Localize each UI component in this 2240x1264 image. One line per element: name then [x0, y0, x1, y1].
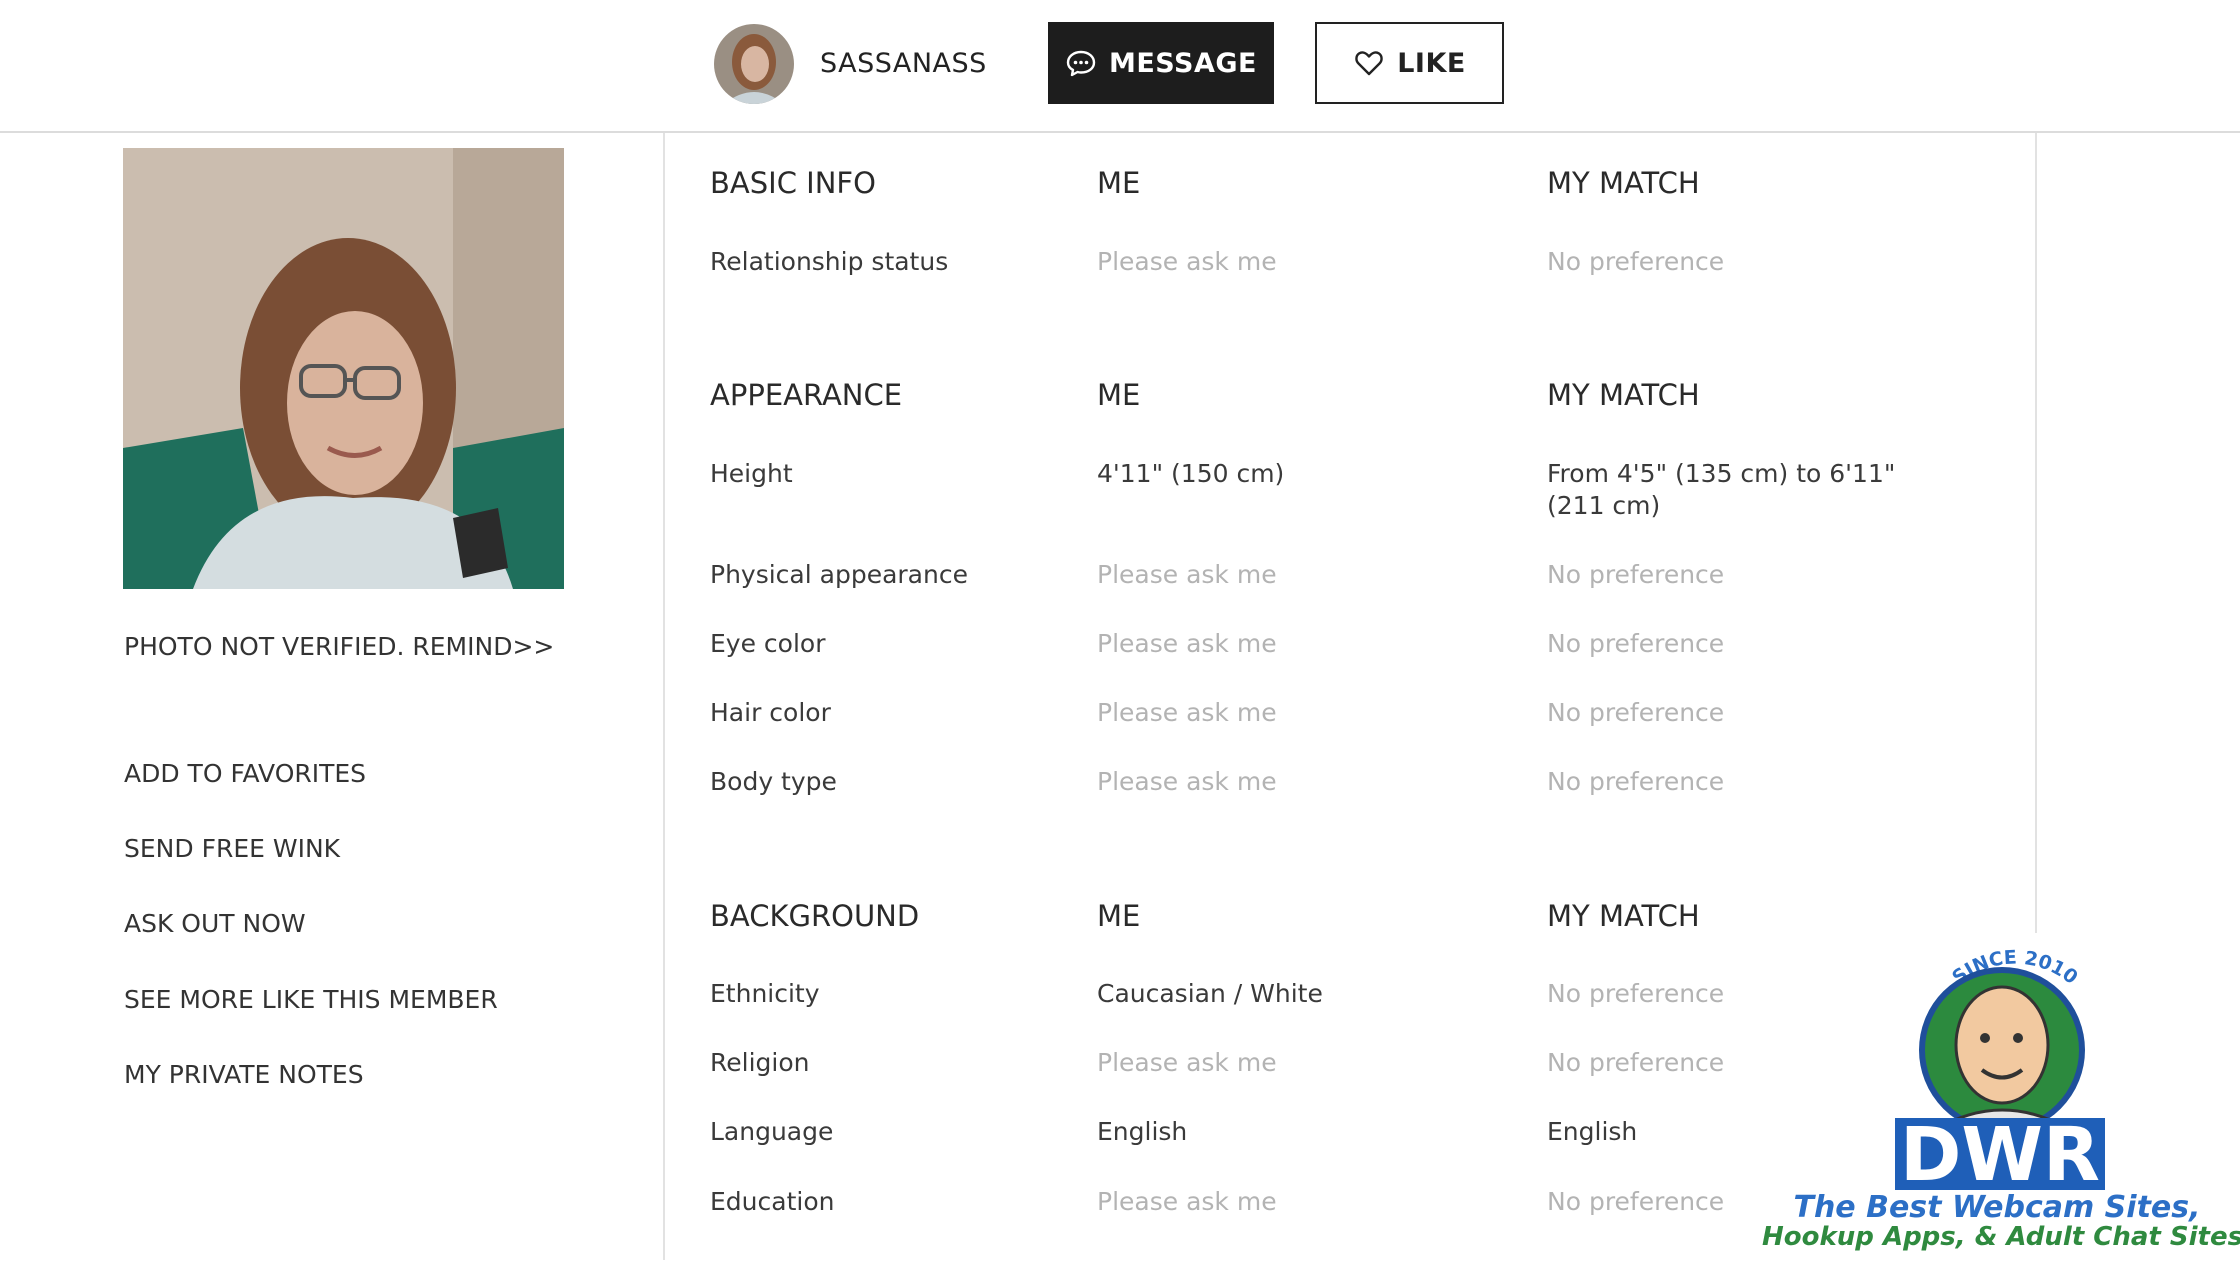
- row-me-physical-appearance: Please ask me: [1097, 560, 1277, 589]
- row-label-ethnicity: Ethnicity: [710, 979, 820, 1008]
- row-label-religion: Religion: [710, 1048, 810, 1077]
- add-to-favorites-link[interactable]: ADD TO FAVORITES: [124, 757, 366, 791]
- message-button[interactable]: MESSAGE: [1048, 22, 1274, 104]
- heart-icon: [1353, 47, 1385, 79]
- me-column-header: ME: [1097, 899, 1141, 933]
- row-label-eye-color: Eye color: [710, 629, 826, 658]
- row-match-hair-color: No preference: [1547, 698, 1725, 727]
- row-match-eye-color: No preference: [1547, 629, 1725, 658]
- my-private-notes-link[interactable]: MY PRIVATE NOTES: [124, 1058, 364, 1092]
- my-match-column-header: MY MATCH: [1547, 899, 1700, 933]
- right-column-divider: [2035, 133, 2037, 933]
- row-match-relationship-status: No preference: [1547, 247, 1725, 276]
- dwr-tagline-line-2: Hookup Apps, & Adult Chat Sites!: [1762, 1222, 2240, 1252]
- profile-header: SASSANASS MESSAGE LIKE: [0, 0, 2240, 133]
- like-button[interactable]: LIKE: [1315, 22, 1504, 104]
- row-me-height: 4'11" (150 cm): [1097, 459, 1285, 488]
- profile-photo-image: [123, 148, 564, 589]
- row-label-language: Language: [710, 1117, 834, 1146]
- row-match-height: From 4'5" (135 cm) to 6'11" (211 cm): [1547, 459, 1896, 520]
- my-match-column-header: MY MATCH: [1547, 378, 1700, 412]
- row-label-education: Education: [710, 1187, 835, 1216]
- like-button-label: LIKE: [1397, 47, 1466, 79]
- avatar-image: [714, 24, 794, 104]
- row-label-hair-color: Hair color: [710, 698, 831, 727]
- row-match-body-type: No preference: [1547, 767, 1725, 796]
- section-title: APPEARANCE: [710, 378, 903, 412]
- username[interactable]: SASSANASS: [820, 44, 987, 84]
- section-title: BACKGROUND: [710, 899, 920, 933]
- avatar[interactable]: [714, 24, 794, 104]
- row-me-ethnicity: Caucasian / White: [1097, 979, 1323, 1008]
- row-me-body-type: Please ask me: [1097, 767, 1277, 796]
- me-column-header: ME: [1097, 378, 1141, 412]
- ask-out-now-link[interactable]: ASK OUT NOW: [124, 907, 306, 941]
- row-me-language: English: [1097, 1117, 1188, 1146]
- message-button-label: MESSAGE: [1109, 47, 1257, 79]
- see-more-like-this-member-link[interactable]: SEE MORE LIKE THIS MEMBER: [124, 983, 498, 1017]
- row-me-religion: Please ask me: [1097, 1048, 1277, 1077]
- my-match-column-header: MY MATCH: [1547, 166, 1700, 200]
- row-me-hair-color: Please ask me: [1097, 698, 1277, 727]
- row-label-body-type: Body type: [710, 767, 837, 796]
- chat-bubble-icon: [1065, 47, 1097, 79]
- section-title: BASIC INFO: [710, 166, 876, 200]
- photo-not-verified-remind-link[interactable]: PHOTO NOT VERIFIED. REMIND>>: [124, 630, 554, 664]
- dwr-tagline-line-1: The Best Webcam Sites,: [1793, 1190, 2201, 1225]
- row-me-relationship-status: Please ask me: [1097, 247, 1277, 276]
- row-label-physical-appearance: Physical appearance: [710, 560, 968, 589]
- dwr-brand-text: DWR: [1900, 1112, 2100, 1198]
- profile-photo[interactable]: [123, 148, 564, 589]
- me-column-header: ME: [1097, 166, 1141, 200]
- row-me-eye-color: Please ask me: [1097, 629, 1277, 658]
- row-label-relationship-status: Relationship status: [710, 247, 949, 276]
- row-label-height: Height: [710, 459, 793, 488]
- row-match-physical-appearance: No preference: [1547, 560, 1725, 589]
- send-free-wink-link[interactable]: SEND FREE WINK: [124, 832, 340, 866]
- left-column-divider: [663, 133, 665, 1260]
- row-me-education: Please ask me: [1097, 1187, 1277, 1216]
